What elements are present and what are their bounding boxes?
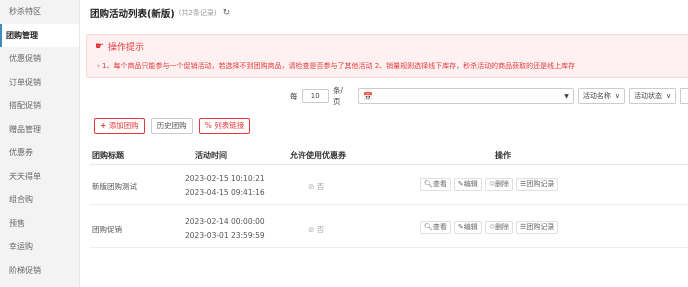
list-link-button[interactable]: % 列表链接 — [198, 118, 251, 134]
sidebar-item-tier[interactable]: 阶梯促销 — [0, 259, 79, 283]
header-time: 活动时间 — [195, 151, 227, 160]
page-title: 团购活动列表(新版) — [90, 9, 175, 20]
ban-icon: ⊘ — [308, 182, 315, 191]
tip-header: ☛ 操作提示 — [95, 40, 144, 53]
toolbar: + 添加团购 历史团购 % 列表链接 — [94, 118, 256, 134]
row-end-time: 2023-03-01 23:59:59 — [185, 231, 265, 240]
per-page-prefix: 每 — [290, 91, 298, 101]
sidebar-item-label: 优惠促销 — [9, 54, 41, 63]
view-button[interactable]: 🔍︎查看 — [420, 178, 451, 191]
per-page-input[interactable]: 10 — [301, 89, 329, 103]
tip-box: ☛ 操作提示 › 1、每个商品只能参与一个促销活动，若选择不到团购商品，请检查是… — [86, 34, 688, 78]
header-name: 团购标题 — [92, 151, 124, 160]
tip-title: 操作提示 — [107, 43, 144, 53]
edit-button[interactable]: ✎编辑 — [453, 221, 482, 234]
sidebar: 秒杀特区 团购管理 优惠促销 订单促销 搭配促销 赠品管理 优惠券 天天得单 组… — [0, 0, 80, 287]
delete-button[interactable]: ♲︎删除 — [484, 178, 514, 191]
row-coupon: ⊘ 否 — [308, 182, 325, 191]
ban-icon: ⊘ — [308, 225, 315, 234]
filter-bar: 每 10 条/页 📅 ▼ 活动名称 ∨ 活动状态 ∨ — [290, 86, 688, 106]
sidebar-item-lucky[interactable]: 幸运购 — [0, 235, 79, 259]
sidebar-item-label: 组合购 — [9, 195, 33, 204]
sidebar-item-gift[interactable]: 赠品管理 — [0, 118, 79, 142]
row-end-time: 2023-04-15 09:41:16 — [185, 188, 265, 197]
sidebar-item-bundle-promotion[interactable]: 搭配促销 — [0, 94, 79, 118]
chevron-down-icon: ∨ — [614, 92, 621, 100]
sidebar-item-label: 天天得单 — [9, 171, 41, 181]
per-page-suffix: 条/页 — [332, 86, 343, 106]
row-actions: 🔍︎查看 ✎编辑 ♲︎删除 ☰团购记录 — [420, 221, 561, 234]
view-button[interactable]: 🔍︎查看 — [420, 221, 451, 234]
hand-icon: ☛ — [95, 41, 104, 52]
row-name: 新版团购测试 — [92, 182, 137, 191]
sidebar-item-label: 阶梯促销 — [9, 265, 41, 275]
sidebar-item-combo[interactable]: 组合购 — [0, 188, 79, 212]
chevron-down-icon: ∨ — [666, 92, 672, 100]
table-row: 团购促销 2023-02-14 00:00:00 2023-03-01 23:5… — [90, 208, 688, 248]
link-icon: % — [204, 121, 212, 130]
search-icon: 🔍︎ — [424, 180, 433, 188]
date-range-picker[interactable]: 📅 ▼ — [358, 88, 574, 104]
add-group-buy-button[interactable]: + 添加团购 — [94, 118, 145, 134]
sidebar-item-label: 赠品管理 — [9, 124, 41, 134]
delete-button[interactable]: ♲︎删除 — [484, 221, 514, 234]
records-button[interactable]: ☰团购记录 — [516, 221, 559, 234]
sidebar-item-label: 预售 — [9, 218, 25, 228]
row-start-time: 2023-02-15 10:10:21 — [185, 174, 265, 183]
sidebar-item-label: 团购管理 — [6, 30, 38, 40]
sidebar-item-coupon[interactable]: 优惠券 — [0, 141, 79, 165]
tip-text: › 1、每个商品只能参与一个促销活动，若选择不到团购商品，请检查是否参与了其他活… — [97, 62, 576, 70]
search-input[interactable] — [680, 88, 688, 104]
refresh-icon[interactable]: ↻ — [223, 8, 231, 18]
select-activity-status[interactable]: 活动状态 ∨ — [629, 88, 677, 104]
history-group-buy-button[interactable]: 历史团购 — [150, 118, 193, 134]
sidebar-item-presale[interactable]: 预售 — [0, 212, 79, 236]
sidebar-item-label: 秒杀特区 — [9, 7, 41, 16]
sidebar-item-label: 搭配促销 — [9, 101, 41, 110]
table-header: 团购标题 活动时间 允许使用优惠券 操作 — [90, 143, 688, 165]
row-start-time: 2023-02-14 00:00:00 — [185, 217, 265, 226]
plus-icon: + — [100, 121, 107, 130]
row-coupon: ⊘ 否 — [308, 225, 325, 234]
row-name: 团购促销 — [92, 225, 122, 234]
header-coupon: 允许使用优惠券 — [290, 151, 346, 160]
records-button[interactable]: ☰团购记录 — [516, 178, 559, 191]
sidebar-item-flash-sale[interactable]: 秒杀特区 — [0, 0, 79, 24]
record-count: (共2条记录) — [178, 9, 217, 17]
search-icon: 🔍︎ — [424, 223, 433, 231]
header-ops: 操作 — [495, 151, 511, 160]
row-actions: 🔍︎查看 ✎编辑 ♲︎删除 ☰团购记录 — [420, 178, 561, 191]
table-row: 新版团购测试 2023-02-15 10:10:21 2023-04-15 09… — [90, 165, 688, 205]
sidebar-item-label: 幸运购 — [9, 242, 33, 251]
edit-button[interactable]: ✎编辑 — [453, 178, 482, 191]
page-header: 团购活动列表(新版) (共2条记录) ↻ — [90, 5, 230, 21]
sidebar-item-daily[interactable]: 天天得单 — [0, 165, 79, 189]
sidebar-item-label: 订单促销 — [9, 77, 41, 87]
sidebar-item-group-buy[interactable]: 团购管理 — [0, 23, 79, 47]
select-activity-name[interactable]: 活动名称 ∨ — [577, 88, 626, 104]
main-content: 团购活动列表(新版) (共2条记录) ↻ ☛ 操作提示 › 1、每个商品只能参与… — [80, 0, 688, 287]
chevron-down-icon: ▼ — [564, 92, 569, 100]
sidebar-item-promotion[interactable]: 优惠促销 — [0, 47, 79, 71]
sidebar-item-label: 优惠券 — [9, 148, 33, 157]
calendar-icon: 📅 — [363, 91, 374, 101]
sidebar-item-order-promotion[interactable]: 订单促销 — [0, 71, 79, 95]
